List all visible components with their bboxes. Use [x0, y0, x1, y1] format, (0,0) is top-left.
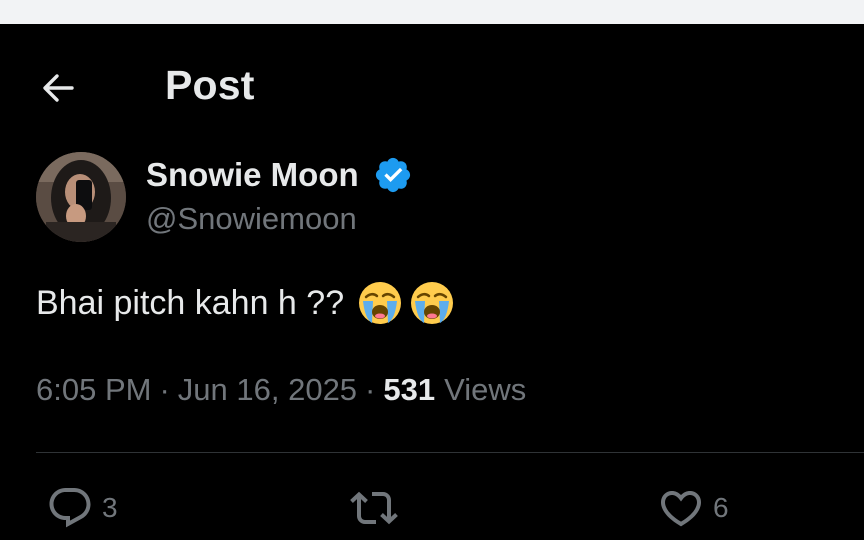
- reply-count: 3: [102, 492, 118, 523]
- browser-top-strip: [0, 0, 864, 24]
- views-label[interactable]: Views: [444, 372, 526, 408]
- like-count: 6: [713, 492, 729, 523]
- post-header: Post: [0, 24, 864, 144]
- avatar[interactable]: [36, 152, 126, 242]
- author-handle[interactable]: @Snowiemoon: [146, 201, 357, 237]
- separator-dot: ·: [159, 372, 170, 407]
- verified-badge-icon[interactable]: [373, 155, 413, 195]
- page-title: Post: [165, 62, 255, 108]
- reply-icon: [49, 488, 91, 528]
- divider: [36, 452, 864, 453]
- like-button[interactable]: 6: [657, 484, 729, 532]
- post-text: Bhai pitch kahn h ??: [36, 279, 456, 327]
- loudly-crying-face-icon: [411, 282, 454, 324]
- repost-button[interactable]: [350, 484, 406, 532]
- post-text-content: Bhai pitch kahn h ??: [36, 283, 345, 322]
- post-metadata: 6:05 PM · Jun 16, 2025 · 531 Views: [36, 372, 526, 408]
- heart-icon: [660, 491, 702, 527]
- post-page: Post Snowie Moon @Snowiemoon Bhai pitch …: [0, 24, 864, 540]
- repost-icon: [350, 491, 398, 525]
- reply-button[interactable]: 3: [46, 484, 118, 532]
- loudly-crying-face-icon: [359, 282, 402, 324]
- author-display-name[interactable]: Snowie Moon: [146, 156, 359, 194]
- separator-dot: ·: [365, 372, 376, 407]
- post-date[interactable]: Jun 16, 2025: [178, 372, 357, 408]
- arrow-left-icon: [43, 74, 74, 102]
- post-time[interactable]: 6:05 PM: [36, 372, 151, 408]
- views-count[interactable]: 531: [383, 372, 435, 408]
- back-button[interactable]: [36, 66, 80, 110]
